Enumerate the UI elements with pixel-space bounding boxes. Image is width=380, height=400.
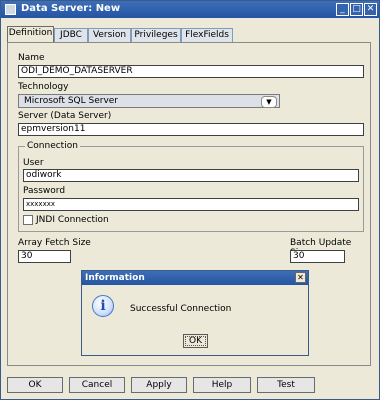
tab-definition[interactable]: Definition — [7, 26, 54, 43]
tab-jdbc[interactable]: JDBC — [54, 28, 88, 42]
technology-label: Technology — [18, 82, 69, 92]
name-input[interactable]: ODI_DEMO_DATASERVER — [18, 65, 364, 78]
dialog-title: Information — [85, 273, 145, 283]
dialog-ok-button[interactable]: OK — [183, 334, 208, 348]
chevron-down-icon[interactable]: ▼ — [261, 96, 277, 108]
minimize-icon[interactable]: _ — [336, 3, 349, 16]
technology-select[interactable]: Microsoft SQL Server ▼ — [18, 94, 280, 108]
app-icon — [5, 4, 16, 15]
array-fetch-label: Array Fetch Size — [18, 238, 91, 248]
user-input[interactable]: odiwork — [23, 169, 359, 182]
password-label: Password — [23, 186, 66, 196]
help-button[interactable]: Help — [193, 377, 251, 393]
dialog-message: Successful Connection — [130, 304, 232, 314]
ok-button[interactable]: OK — [7, 377, 63, 393]
title-bar[interactable]: Data Server: New _ □ ✕ — [1, 1, 379, 18]
close-icon[interactable]: ✕ — [364, 3, 377, 16]
tab-privileges[interactable]: Privileges — [131, 28, 181, 42]
test-button[interactable]: Test — [257, 377, 315, 393]
maximize-icon[interactable]: □ — [350, 3, 363, 16]
batch-update-input[interactable]: 30 — [290, 250, 345, 263]
tab-version[interactable]: Version — [88, 28, 131, 42]
window-title: Data Server: New — [21, 3, 121, 14]
tab-flexfields[interactable]: FlexFields — [181, 28, 233, 42]
dialog-close-icon[interactable]: ✕ — [295, 272, 306, 283]
apply-button[interactable]: Apply — [131, 377, 187, 393]
cancel-button[interactable]: Cancel — [69, 377, 125, 393]
jndi-label: JNDI Connection — [36, 215, 109, 225]
dialog-title-bar[interactable]: Information ✕ — [82, 271, 308, 285]
data-server-window: Data Server: New _ □ ✕ Definition JDBC V… — [0, 0, 380, 400]
array-fetch-input[interactable]: 30 — [18, 250, 71, 263]
password-input[interactable]: xxxxxxx — [23, 198, 359, 211]
jndi-checkbox[interactable] — [23, 215, 33, 225]
connection-group: Connection User odiwork Password xxxxxxx… — [18, 141, 364, 232]
technology-value: Microsoft SQL Server — [24, 96, 119, 106]
server-input[interactable]: epmversion11 — [18, 123, 364, 136]
name-label: Name — [18, 53, 45, 63]
info-icon: i — [92, 295, 114, 317]
connection-legend: Connection — [25, 141, 80, 151]
server-label: Server (Data Server) — [18, 111, 112, 121]
user-label: User — [23, 158, 44, 168]
information-dialog: Information ✕ i Successful Connection OK — [81, 270, 309, 356]
